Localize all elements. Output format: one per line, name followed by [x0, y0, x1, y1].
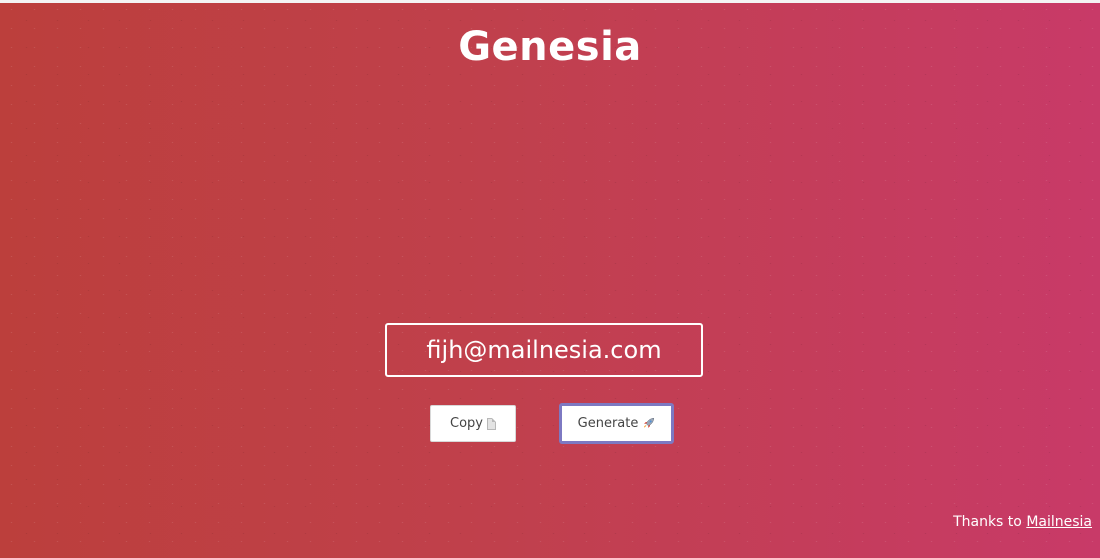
copy-button[interactable]: Copy: [430, 405, 516, 442]
rocket-icon: [644, 417, 655, 428]
footer-credit: Thanks to Mailnesia: [953, 514, 1092, 530]
page-title: Genesia: [458, 24, 642, 70]
generate-button[interactable]: Generate: [559, 403, 674, 444]
email-field[interactable]: [385, 323, 703, 377]
background-texture: [0, 0, 1100, 558]
mailnesia-link[interactable]: Mailnesia: [1026, 514, 1092, 530]
generate-button-label: Generate: [577, 416, 639, 431]
copy-button-label: Copy: [450, 416, 483, 431]
document-icon: [486, 417, 496, 430]
browser-top-strip: [0, 0, 1100, 3]
footer-prefix: Thanks to: [953, 514, 1022, 530]
